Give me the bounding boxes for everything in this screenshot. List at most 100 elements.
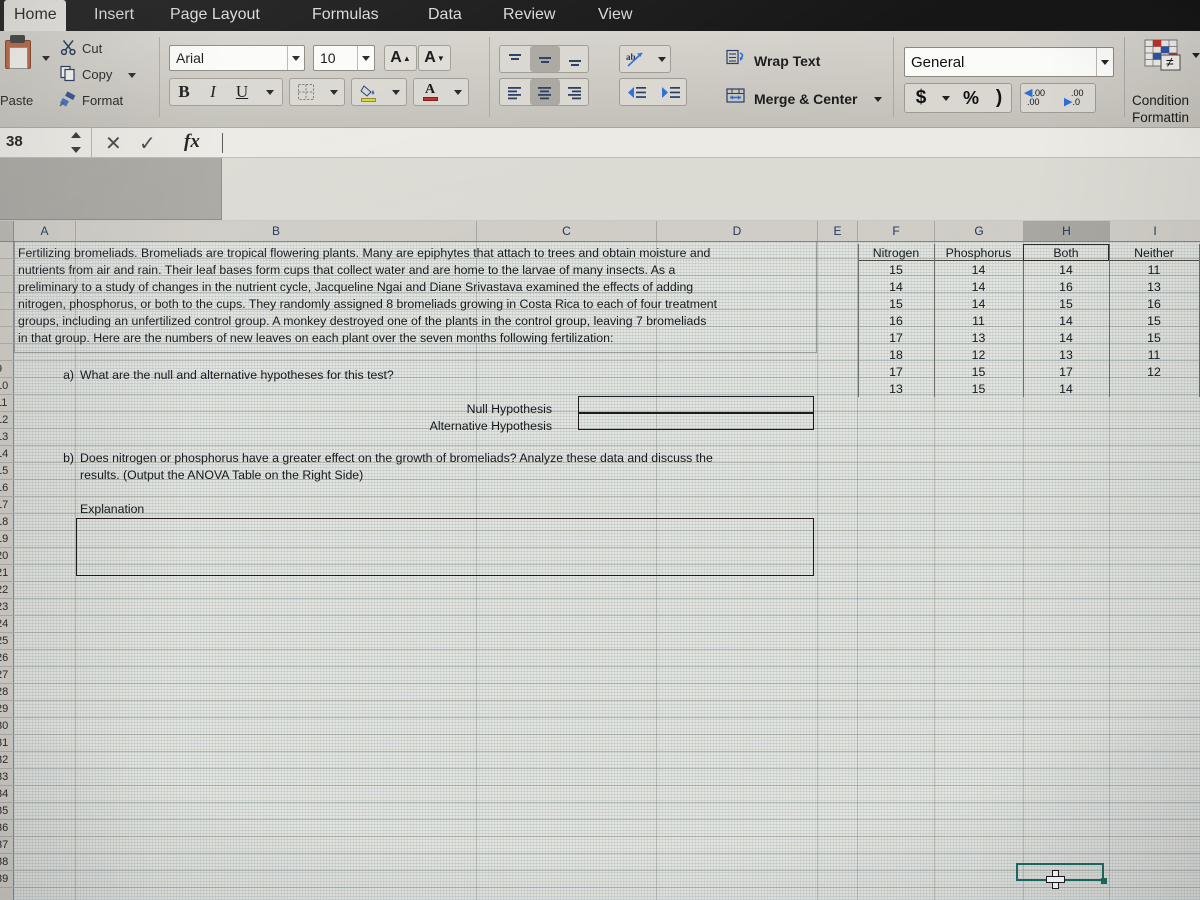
align-right-icon[interactable]: [560, 79, 589, 105]
data-table-cell[interactable]: 13: [1023, 348, 1109, 362]
data-table-cell[interactable]: 12: [1109, 365, 1199, 379]
row-header[interactable]: 35: [0, 803, 14, 820]
percent-style-button[interactable]: %: [956, 84, 986, 112]
font-family-select[interactable]: Arial: [169, 45, 305, 71]
orientation-dropdown-caret[interactable]: [652, 46, 671, 72]
tab-data[interactable]: Data: [418, 0, 468, 31]
merge-center-label[interactable]: Merge & Center: [754, 91, 857, 107]
row-header[interactable]: [0, 310, 14, 327]
row-header[interactable]: 37: [0, 837, 14, 854]
alternative-hypothesis-input[interactable]: [578, 413, 814, 430]
row-header[interactable]: 14: [0, 446, 14, 463]
increase-indent-icon[interactable]: [654, 79, 687, 105]
copy-dropdown-caret[interactable]: [128, 73, 136, 78]
conditional-formatting-label-line1[interactable]: Condition: [1132, 93, 1189, 108]
conditional-formatting-label-line2[interactable]: Formattin: [1132, 110, 1189, 125]
row-header[interactable]: 24: [0, 616, 14, 633]
tab-home[interactable]: Home: [4, 0, 66, 31]
align-left-icon[interactable]: [500, 79, 530, 105]
row-header[interactable]: 27: [0, 667, 14, 684]
row-header[interactable]: 25: [0, 633, 14, 650]
tab-view[interactable]: View: [588, 0, 638, 31]
row-header[interactable]: [0, 344, 14, 361]
row-header[interactable]: 18: [0, 514, 14, 531]
row-header[interactable]: 32: [0, 752, 14, 769]
data-table-cell[interactable]: 15: [1109, 314, 1199, 328]
data-table-cell[interactable]: 14: [934, 280, 1023, 294]
data-table-cell[interactable]: 11: [1109, 263, 1199, 277]
borders-icon[interactable]: [290, 79, 322, 105]
column-header-b[interactable]: B: [76, 221, 477, 241]
font-color-icon[interactable]: A: [414, 79, 446, 105]
row-header[interactable]: 38: [0, 854, 14, 871]
row-header[interactable]: 33: [0, 769, 14, 786]
data-table-cell[interactable]: 11: [934, 314, 1023, 328]
row-header[interactable]: 22: [0, 582, 14, 599]
underline-dropdown-caret[interactable]: [259, 79, 281, 105]
tab-review[interactable]: Review: [493, 0, 561, 31]
row-header[interactable]: 20: [0, 548, 14, 565]
row-header[interactable]: 12: [0, 412, 14, 429]
data-table-cell[interactable]: 15: [934, 382, 1023, 396]
copy-icon[interactable]: [60, 65, 77, 82]
currency-dropdown-caret[interactable]: [937, 84, 955, 112]
fill-handle[interactable]: [1101, 878, 1107, 884]
row-header[interactable]: 11: [0, 395, 14, 412]
name-box[interactable]: 38: [0, 128, 92, 157]
format-painter-label[interactable]: Format: [82, 93, 123, 108]
paste-icon[interactable]: [4, 35, 34, 71]
align-bottom-icon[interactable]: [560, 46, 589, 72]
increase-font-size-button[interactable]: A ▲: [384, 45, 417, 71]
underline-button[interactable]: U: [228, 79, 256, 105]
data-table-cell[interactable]: 14: [1023, 331, 1109, 345]
align-middle-icon[interactable]: [530, 46, 560, 72]
row-header[interactable]: 17: [0, 497, 14, 514]
font-family-caret[interactable]: [287, 46, 304, 70]
row-header[interactable]: 29: [0, 701, 14, 718]
scissors-icon[interactable]: [60, 39, 77, 56]
copy-label[interactable]: Copy: [82, 67, 112, 82]
paste-label[interactable]: Paste: [0, 93, 33, 108]
font-size-caret[interactable]: [357, 46, 374, 70]
data-table-cell[interactable]: 14: [1023, 263, 1109, 277]
data-table-cell[interactable]: 16: [1109, 297, 1199, 311]
tab-page-layout[interactable]: Page Layout: [160, 0, 270, 31]
row-header[interactable]: 10: [0, 378, 14, 395]
cancel-entry-icon[interactable]: ✕: [105, 131, 122, 156]
row-header[interactable]: 30: [0, 718, 14, 735]
data-table-cell[interactable]: 15: [858, 297, 934, 311]
borders-dropdown-caret[interactable]: [323, 79, 344, 105]
data-table-cell[interactable]: 14: [1023, 382, 1109, 396]
conditional-formatting-icon[interactable]: ≠: [1144, 39, 1182, 73]
row-header[interactable]: 13: [0, 429, 14, 446]
column-header-a[interactable]: A: [14, 221, 76, 241]
data-table-cell[interactable]: 15: [1023, 297, 1109, 311]
data-table-cell[interactable]: 13: [934, 331, 1023, 345]
row-header[interactable]: 31: [0, 735, 14, 752]
row-header[interactable]: [0, 259, 14, 276]
column-header-h[interactable]: H: [1024, 221, 1110, 241]
row-header[interactable]: 26: [0, 650, 14, 667]
data-table-cell[interactable]: 15: [934, 365, 1023, 379]
orientation-icon[interactable]: ab: [620, 46, 652, 72]
column-header-c[interactable]: C: [477, 221, 657, 241]
confirm-entry-icon[interactable]: ✓: [139, 131, 156, 156]
fill-color-icon[interactable]: [352, 79, 384, 105]
row-header[interactable]: 16: [0, 480, 14, 497]
data-table-cell[interactable]: 16: [858, 314, 934, 328]
paragraph-merged-cell[interactable]: [14, 242, 817, 353]
align-center-icon[interactable]: [530, 79, 560, 105]
cut-label[interactable]: Cut: [82, 41, 102, 56]
data-table-cell[interactable]: 17: [1023, 365, 1109, 379]
explanation-input[interactable]: [76, 518, 814, 576]
row-header[interactable]: 15: [0, 463, 14, 480]
row-header[interactable]: 39: [0, 871, 14, 888]
font-size-select[interactable]: 10: [313, 45, 375, 71]
data-table-cell[interactable]: 17: [858, 365, 934, 379]
data-table-header[interactable]: Phosphorus: [934, 246, 1023, 260]
row-header[interactable]: 23: [0, 599, 14, 616]
merge-center-icon[interactable]: [726, 87, 746, 107]
font-color-dropdown-caret[interactable]: [447, 79, 468, 105]
data-table-cell[interactable]: 14: [934, 297, 1023, 311]
row-header[interactable]: 21: [0, 565, 14, 582]
